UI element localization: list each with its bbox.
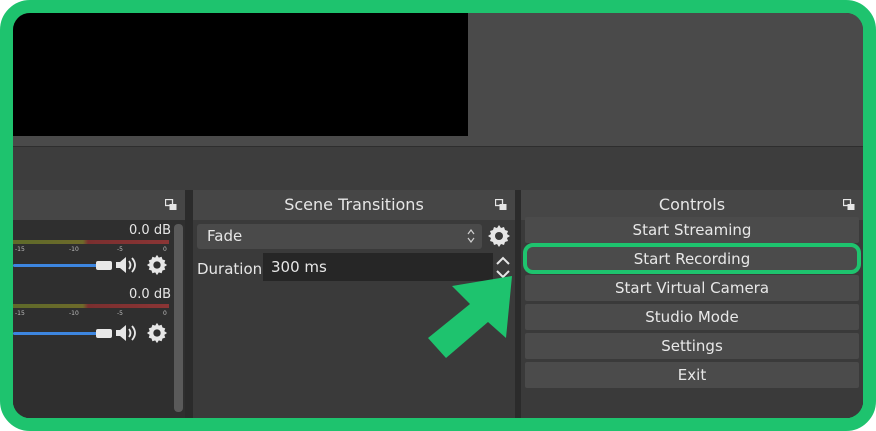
volume-slider-handle[interactable] bbox=[96, 261, 112, 270]
mixer-scrollbar[interactable] bbox=[174, 224, 183, 412]
tick-label: -5 bbox=[117, 310, 123, 317]
channel-level-meter bbox=[13, 304, 169, 308]
controls-title-bar: Controls bbox=[521, 190, 863, 220]
meter-ticks: -15 -10 -5 0 bbox=[13, 310, 173, 320]
speaker-icon[interactable] bbox=[115, 324, 137, 342]
exit-button[interactable]: Exit bbox=[525, 362, 859, 388]
chevron-up-icon[interactable] bbox=[495, 254, 511, 267]
volume-slider[interactable] bbox=[13, 332, 99, 335]
transition-select-value: Fade bbox=[207, 227, 243, 245]
tick-label: -15 bbox=[15, 246, 25, 253]
float-dock-icon[interactable] bbox=[843, 199, 855, 211]
tick-label: -5 bbox=[117, 246, 123, 253]
start-recording-highlight bbox=[523, 243, 861, 274]
obs-window: 0.0 dB -15 -10 -5 0 0.0 dB -15 -10 -5 0 … bbox=[13, 13, 863, 418]
sources-strip bbox=[13, 146, 863, 191]
pointer-arrow-icon bbox=[428, 276, 512, 358]
tick-label: 0 bbox=[163, 310, 167, 317]
channel-db-readout: 0.0 dB bbox=[129, 223, 171, 238]
controls-title: Controls bbox=[658, 195, 726, 214]
tick-label: -15 bbox=[15, 310, 25, 317]
start-virtual-camera-button[interactable]: Start Virtual Camera bbox=[525, 275, 859, 301]
spin-arrows-icon bbox=[467, 229, 475, 243]
mixer-body: 0.0 dB -15 -10 -5 0 0.0 dB -15 -10 -5 0 bbox=[13, 220, 185, 418]
transitions-title-bar: Scene Transitions bbox=[193, 190, 515, 220]
gear-icon[interactable] bbox=[146, 322, 168, 344]
controls-body: Start Streaming Start Recording Start Vi… bbox=[521, 217, 863, 418]
volume-slider-handle[interactable] bbox=[96, 329, 112, 338]
channel-db-readout: 0.0 dB bbox=[129, 287, 171, 302]
tick-label: -10 bbox=[69, 246, 79, 253]
tick-label: -10 bbox=[69, 310, 79, 317]
controls-dock: Controls Start Streaming Start Recording… bbox=[521, 190, 863, 418]
speaker-icon[interactable] bbox=[115, 256, 137, 274]
volume-slider[interactable] bbox=[13, 264, 99, 267]
duration-label: Duration bbox=[197, 260, 263, 278]
settings-button[interactable]: Settings bbox=[525, 333, 859, 359]
studio-mode-button[interactable]: Studio Mode bbox=[525, 304, 859, 330]
channel-level-meter bbox=[13, 240, 169, 244]
transitions-title: Scene Transitions bbox=[284, 195, 424, 214]
preview-area bbox=[13, 13, 863, 146]
gear-icon[interactable] bbox=[487, 224, 511, 248]
preview-canvas bbox=[13, 13, 468, 136]
audio-mixer-dock: 0.0 dB -15 -10 -5 0 0.0 dB -15 -10 -5 0 bbox=[13, 190, 185, 418]
highlight-frame: 0.0 dB -15 -10 -5 0 0.0 dB -15 -10 -5 0 … bbox=[0, 0, 876, 431]
float-dock-icon[interactable] bbox=[495, 199, 507, 211]
tick-label: 0 bbox=[163, 246, 167, 253]
mixer-title-bar bbox=[13, 190, 185, 220]
gear-icon[interactable] bbox=[146, 254, 168, 276]
float-dock-icon[interactable] bbox=[165, 199, 177, 211]
start-streaming-button[interactable]: Start Streaming bbox=[525, 217, 859, 243]
transition-select[interactable]: Fade bbox=[197, 224, 482, 249]
